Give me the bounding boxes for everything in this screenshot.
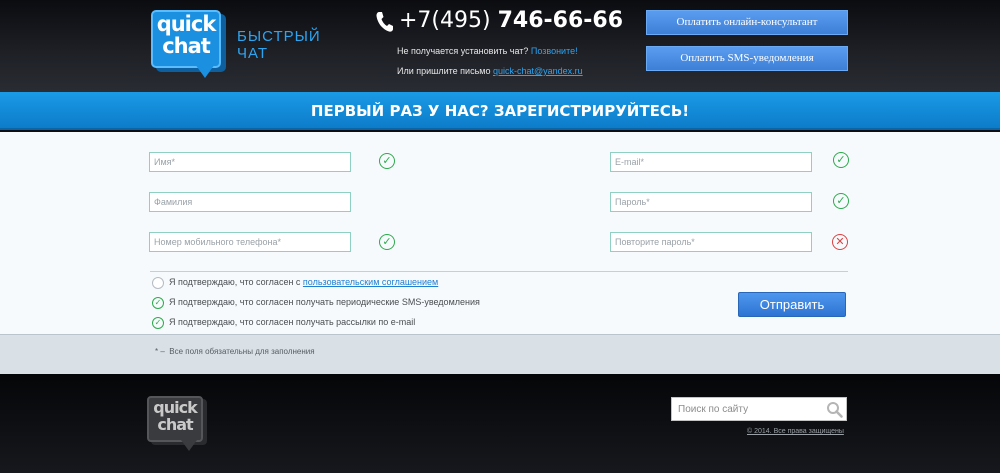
mobile-field[interactable] xyxy=(149,232,351,252)
site-footer: quick chat © 2014. Все права защищены xyxy=(0,374,1000,473)
logo-caption-line1: БЫСТРЫЙ xyxy=(237,28,321,45)
site-header: quick chat БЫСТРЫЙ ЧАТ +7(495) 746-66-66… xyxy=(0,0,1000,92)
required-note-text: Все поля обязательны для заполнения xyxy=(169,347,315,356)
first-name-field[interactable] xyxy=(149,152,351,172)
pay-consultant-button[interactable]: Оплатить онлайн-консультант xyxy=(646,10,848,35)
password-repeat-error-icon: ✕ xyxy=(832,234,848,250)
logo-caption: БЫСТРЫЙ ЧАТ xyxy=(237,28,321,62)
phone-number[interactable]: +7(495) 746-66-66 xyxy=(399,8,623,33)
hint-call: Не получается установить чат? Позвоните! xyxy=(397,46,578,56)
agree-email-checkbox[interactable]: ✓ xyxy=(152,317,164,329)
password-ok-icon: ✓ xyxy=(833,193,849,209)
hint-line2: Или пришлите письмо xyxy=(397,66,491,76)
call-link[interactable]: Позвоните! xyxy=(531,46,578,56)
logo-line2: chat xyxy=(162,34,211,58)
banner-title: ПЕРВЫЙ РАЗ У НАС? ЗАРЕГИСТРИРУЙТЕСЬ! xyxy=(310,102,690,120)
logo-line1: quick xyxy=(156,12,217,36)
last-name-field[interactable] xyxy=(149,192,351,212)
search-input[interactable] xyxy=(672,398,822,420)
required-note-bar: * – Все поля обязательны для заполнения xyxy=(0,334,1000,374)
submit-button[interactable]: Отправить xyxy=(738,292,846,317)
logo[interactable]: quick chat xyxy=(151,10,229,82)
agree-terms-label: Я подтверждаю, что согласен с пользовате… xyxy=(169,277,438,287)
logo-text: quick chat xyxy=(155,13,217,57)
required-note: * – Все поля обязательны для заполнения xyxy=(155,347,315,356)
agree-email-label: Я подтверждаю, что согласен получать рас… xyxy=(169,317,416,327)
agree-sms-label: Я подтверждаю, что согласен получать пер… xyxy=(169,297,480,307)
password-field[interactable] xyxy=(610,192,812,212)
hint-email: Или пришлите письмо quick-chat@yandex.ru xyxy=(397,66,583,76)
required-note-mark: * – xyxy=(155,347,165,356)
first-name-ok-icon: ✓ xyxy=(379,153,395,169)
registration-banner: ПЕРВЫЙ РАЗ У НАС? ЗАРЕГИСТРИРУЙТЕСЬ! xyxy=(0,92,1000,130)
footer-logo-tail xyxy=(181,440,197,451)
phone-digits: 746-66-66 xyxy=(497,8,624,33)
mobile-ok-icon: ✓ xyxy=(379,234,395,250)
email-ok-icon: ✓ xyxy=(833,152,849,168)
footer-logo[interactable]: quick chat xyxy=(147,396,211,454)
email-link[interactable]: quick-chat@yandex.ru xyxy=(493,66,583,76)
terms-link[interactable]: пользовательским соглашением xyxy=(303,277,438,287)
copyright[interactable]: © 2014. Все права защищены xyxy=(747,428,844,435)
footer-logo-line2: chat xyxy=(157,415,193,434)
phone-icon xyxy=(376,12,393,32)
form-divider xyxy=(150,271,848,272)
agree-terms-checkbox[interactable] xyxy=(152,277,164,289)
hint-line1: Не получается установить чат? xyxy=(397,46,529,56)
footer-logo-text: quick chat xyxy=(150,399,200,433)
pay-sms-button[interactable]: Оплатить SMS-уведомления xyxy=(646,46,848,71)
agree-sms-checkbox[interactable]: ✓ xyxy=(152,297,164,309)
agree-terms-text: Я подтверждаю, что согласен с xyxy=(169,277,303,287)
site-search xyxy=(671,397,847,421)
footer-logo-line1: quick xyxy=(153,398,197,417)
registration-form: ✓ ✓ ✓ ✓ ✕ Я подтверждаю, что согласен с … xyxy=(0,132,1000,334)
email-field[interactable] xyxy=(610,152,812,172)
logo-caption-line2: ЧАТ xyxy=(237,45,268,62)
phone-prefix: +7(495) xyxy=(399,8,491,33)
logo-bubble-tail xyxy=(195,64,215,78)
password-repeat-field[interactable] xyxy=(610,232,812,252)
search-icon[interactable] xyxy=(826,401,843,418)
